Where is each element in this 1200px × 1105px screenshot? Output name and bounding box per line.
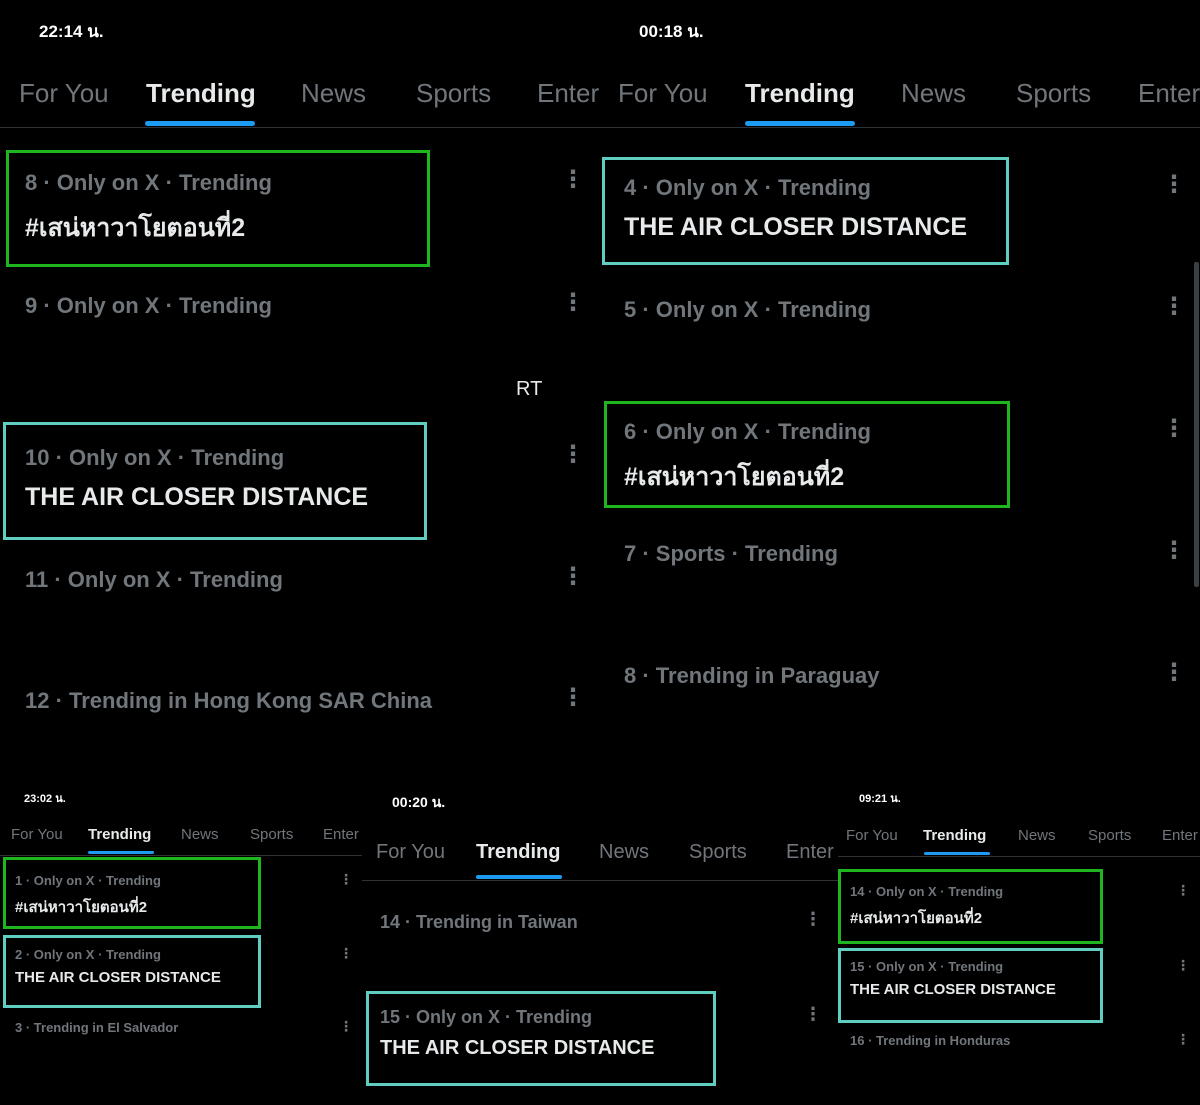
- more-options-icon[interactable]: ⋮: [1162, 417, 1186, 441]
- tab-trending[interactable]: Trending: [88, 826, 151, 843]
- screenshot-panel-5: 09:21 น. For You Trending News Sports En…: [838, 780, 1200, 1105]
- tab-sports[interactable]: Sports: [250, 826, 293, 843]
- more-options-icon[interactable]: ⋮: [561, 291, 585, 315]
- tab-entertainment[interactable]: Enter: [1138, 78, 1200, 109]
- screenshot-panel-3: 23:02 น. For You Trending News Sports En…: [0, 780, 362, 1105]
- more-options-icon[interactable]: ⋮: [561, 168, 585, 192]
- more-options-icon[interactable]: ⋮: [1162, 661, 1186, 685]
- highlight-box-teal: [838, 948, 1103, 1023]
- tab-news[interactable]: News: [901, 78, 966, 109]
- highlight-box-green: [6, 150, 430, 267]
- active-tab-indicator: [476, 875, 562, 879]
- tab-divider: [838, 856, 1200, 857]
- more-options-icon[interactable]: ⋮: [1162, 173, 1186, 197]
- tab-for-you[interactable]: For You: [618, 78, 708, 109]
- trend-meta: 9 · Only on X · Trending: [25, 293, 272, 318]
- trend-meta: 8 · Trending in Paraguay: [624, 663, 880, 688]
- active-tab-indicator: [745, 121, 855, 126]
- tab-trending[interactable]: Trending: [923, 827, 986, 844]
- screenshot-panel-2: 00:18 น. For You Trending News Sports En…: [600, 0, 1200, 760]
- more-options-icon[interactable]: ⋮: [561, 565, 585, 589]
- active-tab-indicator: [924, 852, 990, 855]
- status-time: 09:21 น.: [859, 793, 901, 805]
- tab-sports[interactable]: Sports: [1016, 78, 1091, 109]
- tab-divider: [0, 855, 362, 856]
- active-tab-indicator: [145, 121, 255, 126]
- tab-sports[interactable]: Sports: [689, 841, 747, 864]
- more-options-icon[interactable]: ⋮: [1162, 295, 1186, 319]
- tab-divider: [362, 880, 838, 881]
- more-options-icon[interactable]: ⋮: [339, 872, 353, 886]
- tab-entertainment[interactable]: Enter: [786, 841, 834, 864]
- screenshot-panel-4: 00:20 น. For You Trending News Sports En…: [362, 780, 838, 1105]
- active-tab-indicator: [88, 851, 154, 854]
- status-time: 23:02 น.: [24, 793, 66, 805]
- trend-meta: 11 · Only on X · Trending: [25, 567, 283, 592]
- tab-news[interactable]: News: [599, 841, 649, 864]
- tab-for-you[interactable]: For You: [376, 841, 445, 864]
- status-time: 00:18 น.: [639, 22, 704, 41]
- more-options-icon[interactable]: ⋮: [804, 1005, 822, 1023]
- tab-for-you[interactable]: For You: [11, 826, 63, 843]
- highlight-box-green: [604, 401, 1010, 508]
- trend-meta: 3 · Trending in El Salvador: [15, 1020, 179, 1035]
- trend-meta: 16 · Trending in Honduras: [850, 1033, 1011, 1048]
- highlight-box-teal: [3, 935, 261, 1008]
- more-options-icon[interactable]: ⋮: [1176, 1032, 1190, 1046]
- tab-sports[interactable]: Sports: [1088, 827, 1131, 844]
- highlight-box-teal: [602, 157, 1009, 265]
- more-options-icon[interactable]: ⋮: [1176, 958, 1190, 972]
- more-options-icon[interactable]: ⋮: [1176, 883, 1190, 897]
- trend-meta: 12 · Trending in Hong Kong SAR China: [25, 688, 432, 713]
- screenshot-panel-1: 22:14 น. For You Trending News Sports En…: [0, 0, 600, 760]
- tab-for-you[interactable]: For You: [19, 78, 109, 109]
- more-options-icon[interactable]: ⋮: [1162, 539, 1186, 563]
- more-options-icon[interactable]: ⋮: [561, 686, 585, 710]
- tab-trending[interactable]: Trending: [146, 78, 256, 109]
- highlight-box-green: [838, 869, 1103, 944]
- tab-trending[interactable]: Trending: [476, 841, 560, 864]
- highlight-box-teal: [3, 422, 427, 540]
- tab-divider: [0, 127, 600, 128]
- more-options-icon[interactable]: ⋮: [339, 946, 353, 960]
- trend-meta: 14 · Trending in Taiwan: [380, 912, 578, 932]
- tab-entertainment[interactable]: Enter: [323, 826, 359, 843]
- status-time: 00:20 น.: [392, 794, 446, 810]
- more-options-icon[interactable]: ⋮: [561, 443, 585, 467]
- tab-news[interactable]: News: [301, 78, 366, 109]
- scrollbar[interactable]: [1194, 262, 1199, 587]
- highlight-box-green: [3, 857, 261, 929]
- tab-news[interactable]: News: [181, 826, 219, 843]
- more-options-icon[interactable]: ⋮: [804, 910, 822, 928]
- tab-trending[interactable]: Trending: [745, 78, 855, 109]
- tab-entertainment[interactable]: Enter: [537, 78, 599, 109]
- highlight-box-teal: [366, 991, 716, 1086]
- trend-meta: 7 · Sports · Trending: [624, 541, 838, 566]
- status-time: 22:14 น.: [39, 22, 104, 41]
- tab-divider: [600, 127, 1200, 128]
- tab-entertainment[interactable]: Enter: [1162, 827, 1198, 844]
- overlapping-text-fragment: RT: [516, 378, 543, 400]
- more-options-icon[interactable]: ⋮: [339, 1019, 353, 1033]
- tab-sports[interactable]: Sports: [416, 78, 491, 109]
- tab-for-you[interactable]: For You: [846, 827, 898, 844]
- trend-meta: 5 · Only on X · Trending: [624, 297, 871, 322]
- tab-news[interactable]: News: [1018, 827, 1056, 844]
